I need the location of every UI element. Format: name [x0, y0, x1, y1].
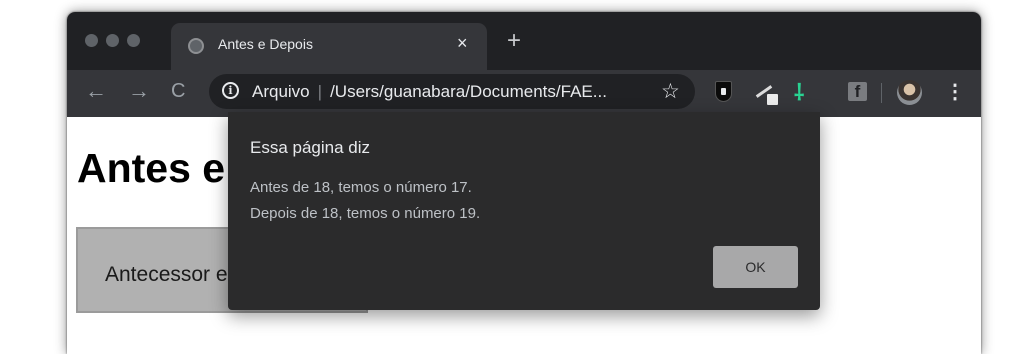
pen-box: [767, 94, 778, 105]
address-bar[interactable]: i Arquivo | /Users/guanabara/Documents/FAE…: [209, 74, 695, 109]
facebook-icon[interactable]: f: [848, 82, 867, 101]
browser-toolbar: ← → C i Arquivo | /Users/guanabara/Documen…: [67, 70, 981, 117]
green-extension-icon[interactable]: ⸸: [794, 77, 804, 107]
address-separator: |: [317, 82, 323, 101]
minimize-window-icon[interactable]: [106, 34, 119, 47]
close-tab-icon[interactable]: ×: [457, 33, 468, 54]
back-icon[interactable]: ←: [85, 79, 107, 103]
dialog-message-line: Depois de 18, temos o número 19.: [250, 205, 481, 222]
dialog-message-line: Antes de 18, temos o número 17.: [250, 179, 472, 196]
alert-dialog: Essa página diz Antes de 18, temos o núm…: [228, 112, 820, 310]
pen-extension-icon[interactable]: [753, 80, 779, 105]
profile-avatar[interactable]: [897, 80, 922, 105]
new-tab-icon[interactable]: +: [507, 29, 521, 53]
close-window-icon[interactable]: [85, 34, 98, 47]
forward-icon[interactable]: →: [128, 79, 150, 103]
menu-icon[interactable]: ⋮: [945, 80, 965, 104]
bookmark-star-icon[interactable]: ☆: [661, 79, 680, 104]
tab-strip: Antes e Depois × +: [67, 12, 981, 70]
shield-extension-icon[interactable]: [715, 81, 732, 102]
tab-antes-e-depois[interactable]: Antes e Depois ×: [171, 23, 487, 70]
ok-button[interactable]: OK: [713, 246, 798, 288]
tab-title: Antes e Depois: [218, 36, 313, 52]
globe-icon: [188, 38, 204, 54]
dialog-title: Essa página diz: [250, 138, 371, 157]
scheme-label: Arquivo: [252, 82, 310, 101]
maximize-window-icon[interactable]: [127, 34, 140, 47]
reload-icon[interactable]: C: [171, 79, 185, 103]
address-text: Arquivo | /Users/guanabara/Documents/FAE..…: [252, 82, 607, 102]
toolbar-separator: [881, 83, 882, 103]
info-icon[interactable]: i: [222, 82, 239, 99]
url-text: /Users/guanabara/Documents/FAE...: [330, 82, 607, 101]
